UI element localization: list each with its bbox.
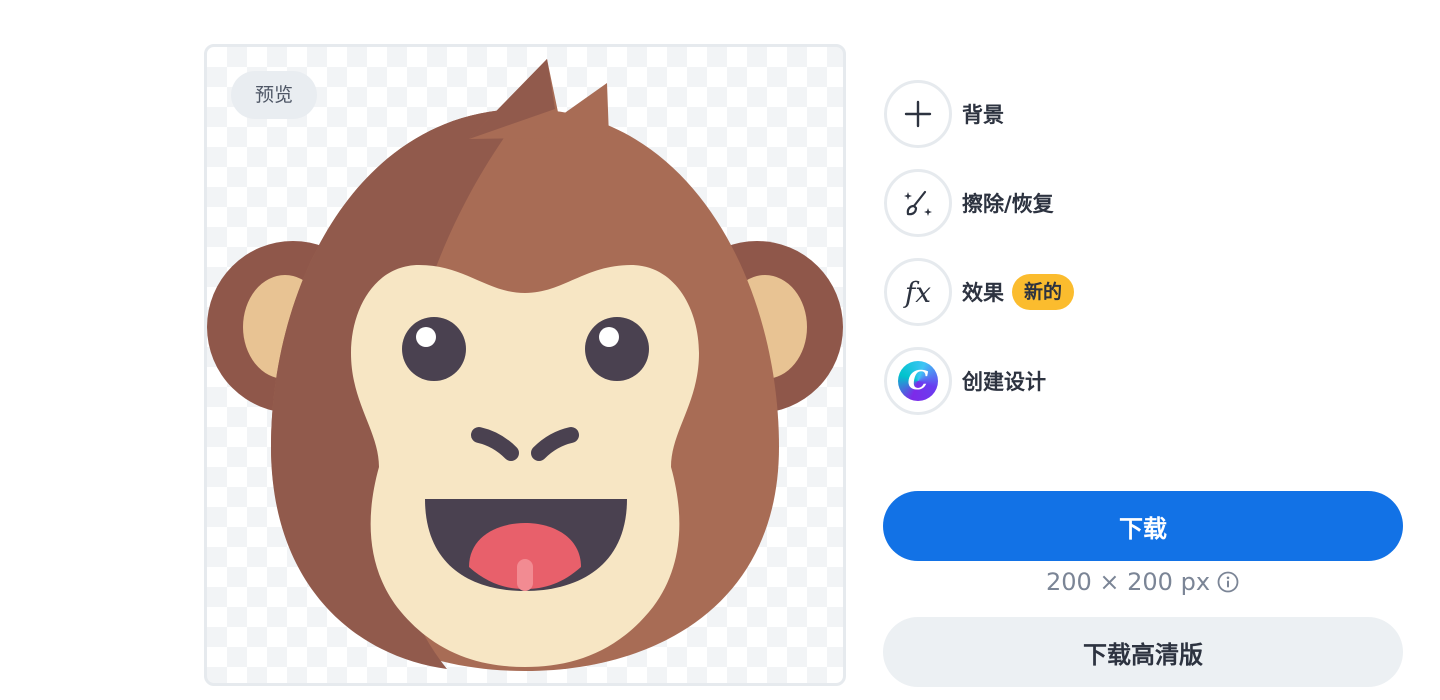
create-design-tool-label: 创建设计 [962,370,1046,394]
preview-badge: 预览 [231,71,318,119]
image-size-text: 200 × 200 px [1045,568,1211,596]
fx-icon: fx [904,275,932,309]
plus-icon [904,100,932,128]
monkey-face [351,265,699,667]
right-eye [585,317,649,381]
image-size-info: 200 × 200 px [883,568,1403,596]
preview-card: 预览 [204,44,846,686]
monkey-image [207,59,843,671]
left-eye-highlight [416,327,436,347]
right-eye-highlight [599,327,619,347]
canva-logo: C [898,361,938,401]
create-design-tool-circle[interactable]: C [884,347,952,415]
effects-tool-circle[interactable]: fx [884,258,952,326]
erase-restore-tool[interactable]: 擦除/恢复 [884,169,1054,237]
erase-restore-tool-label: 擦除/恢复 [962,192,1054,216]
new-badge: 新的 [1012,274,1075,310]
effects-tool-label: 效果 [962,281,1004,305]
download-button[interactable]: 下载 [883,491,1403,561]
tongue-line [517,559,533,591]
effects-tool[interactable]: fx 效果 新的 [884,258,1075,326]
background-tool-label: 背景 [962,103,1004,127]
download-hd-button[interactable]: 下载高清版 [883,617,1403,687]
background-tool-circle[interactable] [884,80,952,148]
info-icon[interactable] [1216,570,1240,594]
background-tool[interactable]: 背景 [884,80,1004,148]
magic-brush-icon [904,190,932,216]
erase-restore-tool-circle[interactable] [884,169,952,237]
left-eye [402,317,466,381]
create-design-tool[interactable]: C 创建设计 [884,347,1046,415]
